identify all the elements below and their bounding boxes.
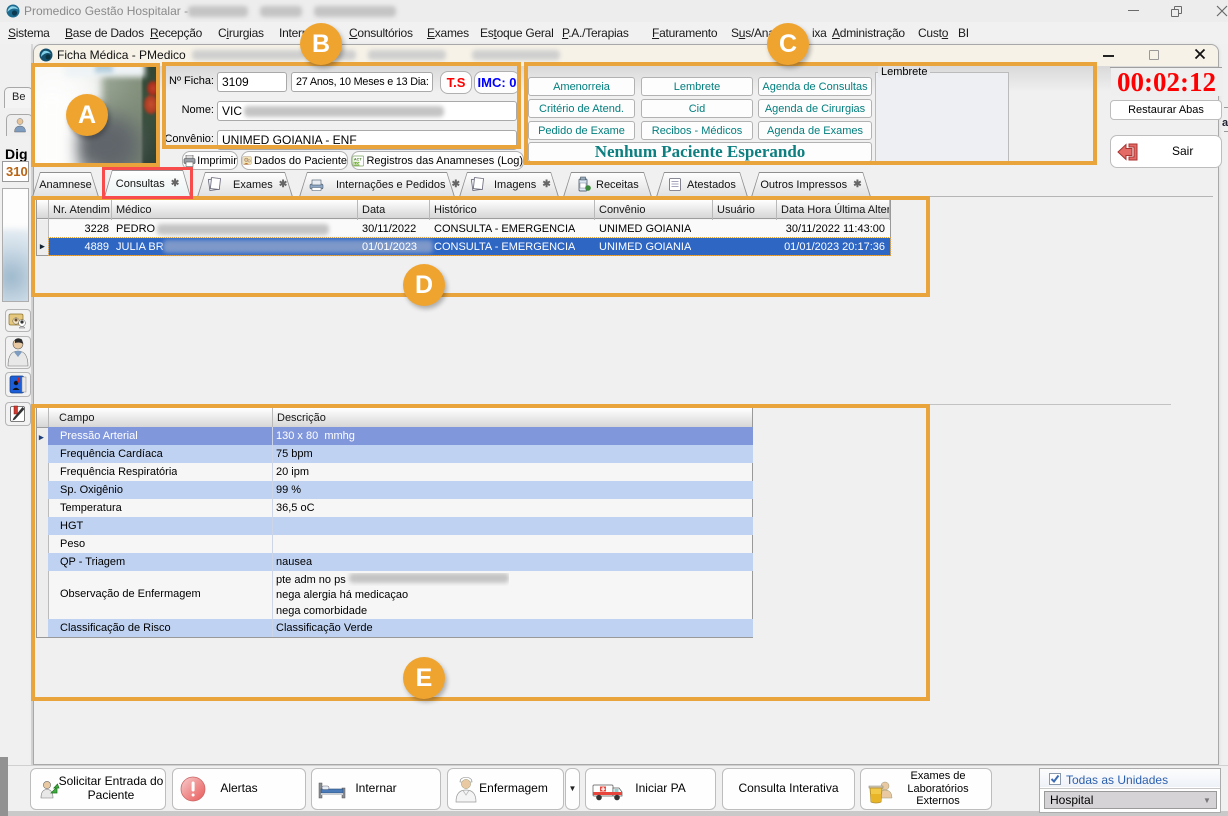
svg-text:ACT: ACT [354, 157, 363, 161]
svg-text:LOG: LOG [354, 161, 362, 165]
